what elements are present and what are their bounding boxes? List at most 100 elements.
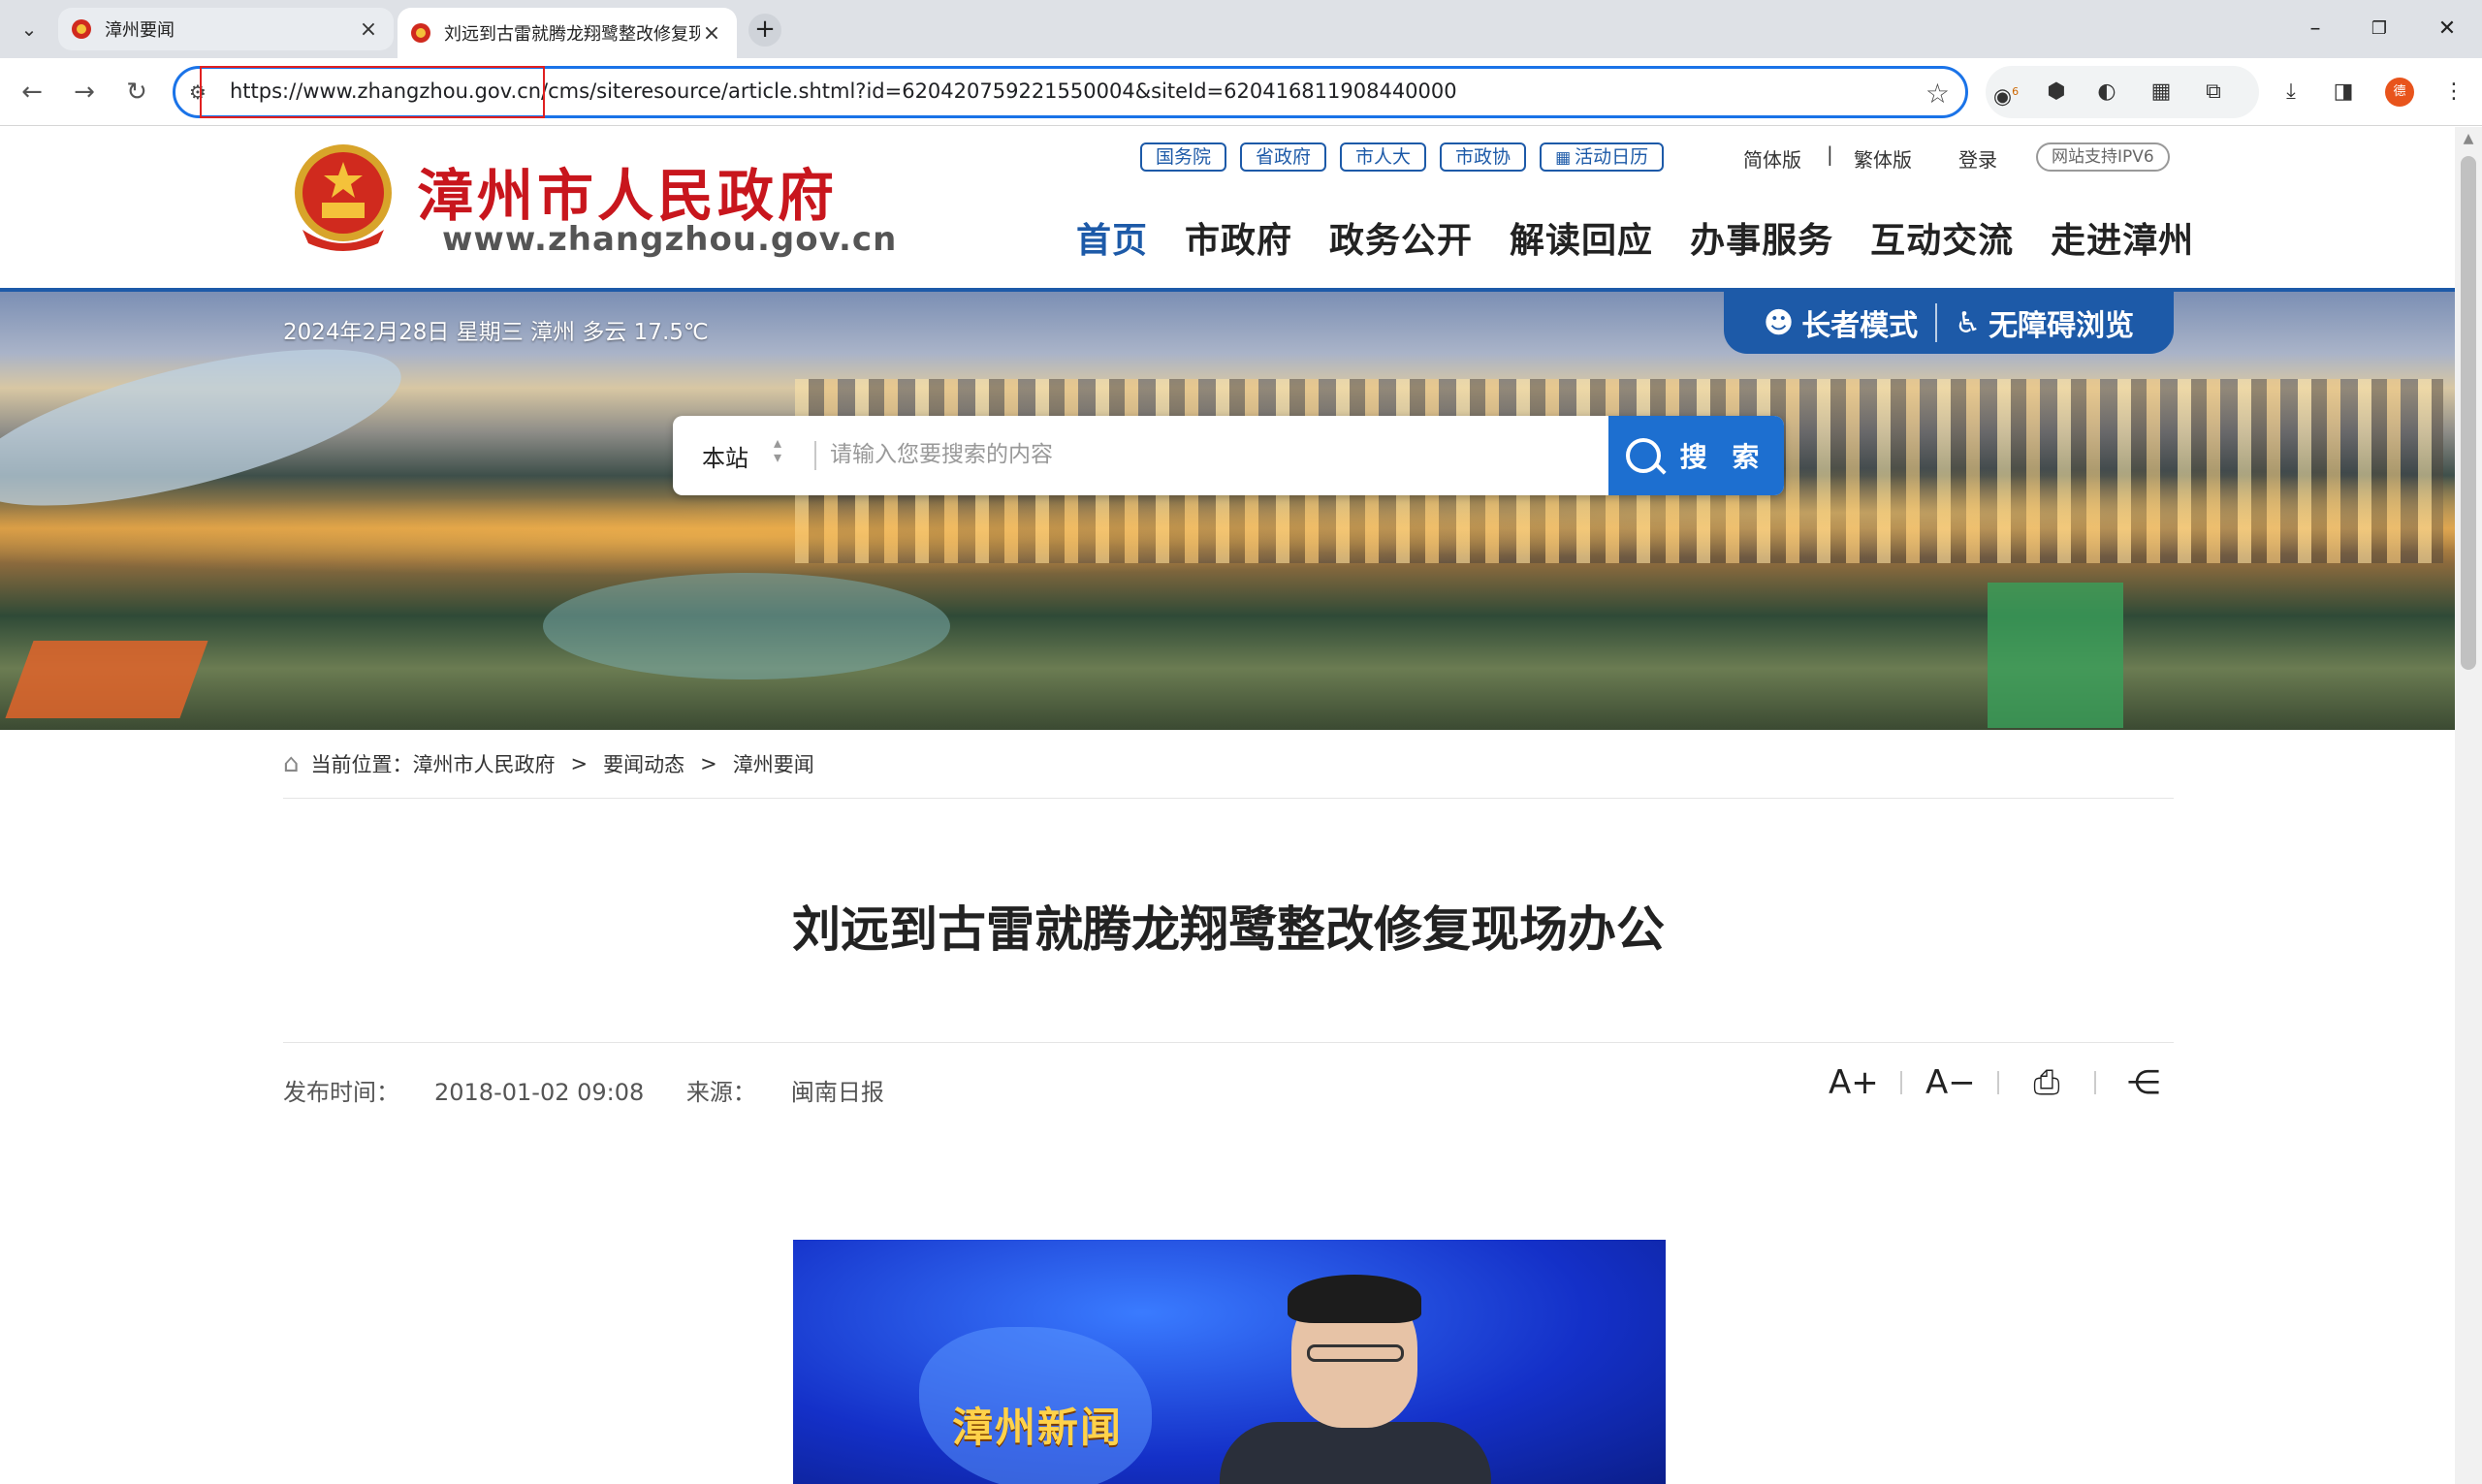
calendar-label: 活动日历 <box>1575 146 1649 168</box>
breadcrumb-item-local-news[interactable]: 漳州要闻 <box>733 749 814 778</box>
top-links: 国务院 省政府 市人大 市政协 ▦ 活动日历 <box>1140 142 1665 172</box>
scroll-up-icon[interactable]: ▲ <box>2459 131 2478 150</box>
search-icon <box>1625 438 1661 473</box>
nav-city-government[interactable]: 市政府 <box>1185 212 1292 263</box>
nav-services[interactable]: 办事服务 <box>1690 212 1833 263</box>
close-tab-icon[interactable]: × <box>700 21 723 46</box>
tab-search-icon[interactable]: ⌄ <box>14 14 45 45</box>
anchor-glasses <box>1307 1344 1404 1362</box>
back-icon[interactable]: ← <box>14 74 50 111</box>
search-input[interactable] <box>830 435 1489 474</box>
search-scope-select[interactable]: 本站 <box>702 439 748 473</box>
anchor-hair <box>1288 1275 1421 1323</box>
breadcrumb-item-home[interactable]: 漳州市人民政府 <box>413 749 556 778</box>
link-cppcc[interactable]: 市政协 <box>1440 142 1527 172</box>
source-value: 闽南日报 <box>790 1079 884 1106</box>
qr-code-icon[interactable]: ▦ <box>2145 76 2178 109</box>
city-banner: 2024年2月28日 星期三 漳州 多云 17.5℃ ☻ 长者模式 ♿ 无障碍浏览 … <box>0 292 2455 730</box>
article-meta: 发布时间： 2018-01-02 09:08 来源： 闽南日报 <box>283 1073 884 1107</box>
lang-simplified[interactable]: 简体版 <box>1743 144 1801 173</box>
video-news-logo: 漳州新闻 <box>952 1404 1124 1451</box>
login-link[interactable]: 登录 <box>1958 144 1997 173</box>
link-state-council[interactable]: 国务院 <box>1140 142 1227 172</box>
breadcrumb: ⌂ 当前位置： 漳州市人民政府 > 要闻动态 > 漳州要闻 <box>283 749 814 778</box>
publish-value: 2018-01-02 09:08 <box>434 1079 645 1106</box>
favicon-emblem-icon <box>72 19 91 39</box>
accessibility-bar: ☻ 长者模式 ♿ 无障碍浏览 <box>1724 292 2174 354</box>
breadcrumb-separator: > <box>700 752 717 775</box>
news-video[interactable]: 漳州新闻 <box>793 1240 1666 1484</box>
search-button-label: 搜 索 <box>1679 441 1767 473</box>
breadcrumb-separator: > <box>570 752 589 775</box>
banner-building <box>5 641 208 718</box>
extension-hex-icon[interactable]: ⬢ <box>2040 76 2073 109</box>
new-tab-button[interactable]: + <box>748 14 781 47</box>
link-city-congress[interactable]: 市人大 <box>1340 142 1427 172</box>
national-emblem-icon <box>295 144 392 251</box>
banner-lake <box>543 573 950 679</box>
lang-separator: | <box>1827 142 1833 166</box>
nav-about-zhangzhou[interactable]: 走进漳州 <box>2051 212 2194 263</box>
elder-mode-label: 长者模式 <box>1801 309 1919 343</box>
bookmark-star-icon[interactable]: ☆ <box>1925 78 1950 110</box>
browser-toolbar: ← → ↻ ⚙ https://www.zhangzhou.gov.cn/cms… <box>0 58 2482 126</box>
favicon-emblem-icon <box>411 23 430 43</box>
minimize-icon[interactable]: – <box>2286 10 2344 48</box>
site-header: 漳州市人民政府 www.zhangzhou.gov.cn 国务院 省政府 市人大… <box>0 127 2455 288</box>
elder-mode-button[interactable]: ☻ 长者模式 <box>1746 301 1935 344</box>
download-icon[interactable]: ⤓ <box>2275 76 2307 109</box>
date-weather: 2024年2月28日 星期三 漳州 多云 17.5℃ <box>283 320 709 345</box>
tab-zhangzhou-news[interactable]: 漳州要闻 × <box>58 8 394 50</box>
tool-separator <box>1997 1071 1999 1094</box>
browser-tab-strip: ⌄ 漳州要闻 × 刘远到古雷就腾龙翔鹭整改修复现场办公 × + – ❐ ✕ <box>0 0 2482 58</box>
nav-interpretation[interactable]: 解读回应 <box>1510 212 1653 263</box>
publish-time: 发布时间： 2018-01-02 09:08 <box>283 1079 644 1106</box>
close-window-icon[interactable]: ✕ <box>2418 10 2476 48</box>
ipv6-badge: 网站支持IPV6 <box>2036 142 2170 172</box>
extensions-puzzle-icon[interactable]: ⧉ <box>2197 76 2230 109</box>
restore-icon[interactable]: ❐ <box>2350 10 2408 48</box>
extension-c-icon[interactable]: ◉6 <box>1989 76 2022 109</box>
source: 来源： 闽南日报 <box>686 1079 884 1106</box>
accessible-browse-button[interactable]: ♿ 无障碍浏览 <box>1937 301 2151 344</box>
font-increase-button[interactable]: A+ <box>1829 1063 1879 1102</box>
font-decrease-button[interactable]: A− <box>1925 1063 1976 1102</box>
anchor-body <box>1220 1422 1491 1484</box>
accessible-label: 无障碍浏览 <box>1989 309 2135 343</box>
profile-avatar[interactable]: 德 <box>2385 78 2414 107</box>
nav-interaction[interactable]: 互动交流 <box>1870 212 2014 263</box>
nav-home[interactable]: 首页 <box>1076 212 1148 263</box>
scope-updown-icon[interactable]: ▴ ▾ <box>774 435 781 465</box>
search-box: 本站 ▴▾ 搜 索 <box>673 416 1784 495</box>
reload-icon[interactable]: ↻ <box>118 74 155 111</box>
search-button[interactable]: 搜 索 <box>1608 416 1784 495</box>
lang-traditional[interactable]: 繁体版 <box>1854 144 1912 173</box>
side-panel-icon[interactable]: ◨ <box>2327 76 2360 109</box>
tab-article[interactable]: 刘远到古雷就腾龙翔鹭整改修复现场办公 × <box>398 8 737 58</box>
print-icon[interactable]: ⎙ <box>2022 1063 2071 1102</box>
breadcrumb-divider <box>283 798 2174 799</box>
tab-title: 刘远到古雷就腾龙翔鹭整改修复现场办公 <box>444 24 700 45</box>
breadcrumb-item-news[interactable]: 要闻动态 <box>603 749 684 778</box>
extension-globe-icon[interactable]: ◐ <box>2090 76 2123 109</box>
link-province[interactable]: 省政府 <box>1240 142 1327 172</box>
close-tab-icon[interactable]: × <box>357 17 380 42</box>
forward-icon[interactable]: → <box>66 74 103 111</box>
share-icon[interactable]: ⋲ <box>2119 1063 2168 1102</box>
publish-label: 发布时间： <box>283 1079 399 1106</box>
site-domain[interactable]: www.zhangzhou.gov.cn <box>442 220 897 259</box>
page-scrollbar[interactable]: ▲ <box>2455 127 2482 1484</box>
breadcrumb-prefix: 当前位置： <box>310 753 413 776</box>
menu-kebab-icon[interactable]: ⋮ <box>2437 76 2470 109</box>
banner-building <box>1988 583 2123 728</box>
nav-gov-affairs[interactable]: 政务公开 <box>1329 212 1473 263</box>
article-tools: A+ A− ⎙ ⋲ <box>1829 1063 2168 1102</box>
link-event-calendar[interactable]: ▦ 活动日历 <box>1540 142 1665 172</box>
tab-title: 漳州要闻 <box>105 20 175 41</box>
main-nav: 首页 市政府 政务公开 解读回应 办事服务 互动交流 走进漳州 <box>1076 212 2194 263</box>
scroll-thumb[interactable] <box>2461 156 2476 670</box>
article-title: 刘远到古雷就腾龙翔鹭整改修复现场办公 <box>792 901 1665 958</box>
source-label: 来源： <box>685 1079 756 1106</box>
tool-separator <box>2094 1071 2096 1094</box>
calendar-icon: ▦ <box>1555 148 1572 168</box>
